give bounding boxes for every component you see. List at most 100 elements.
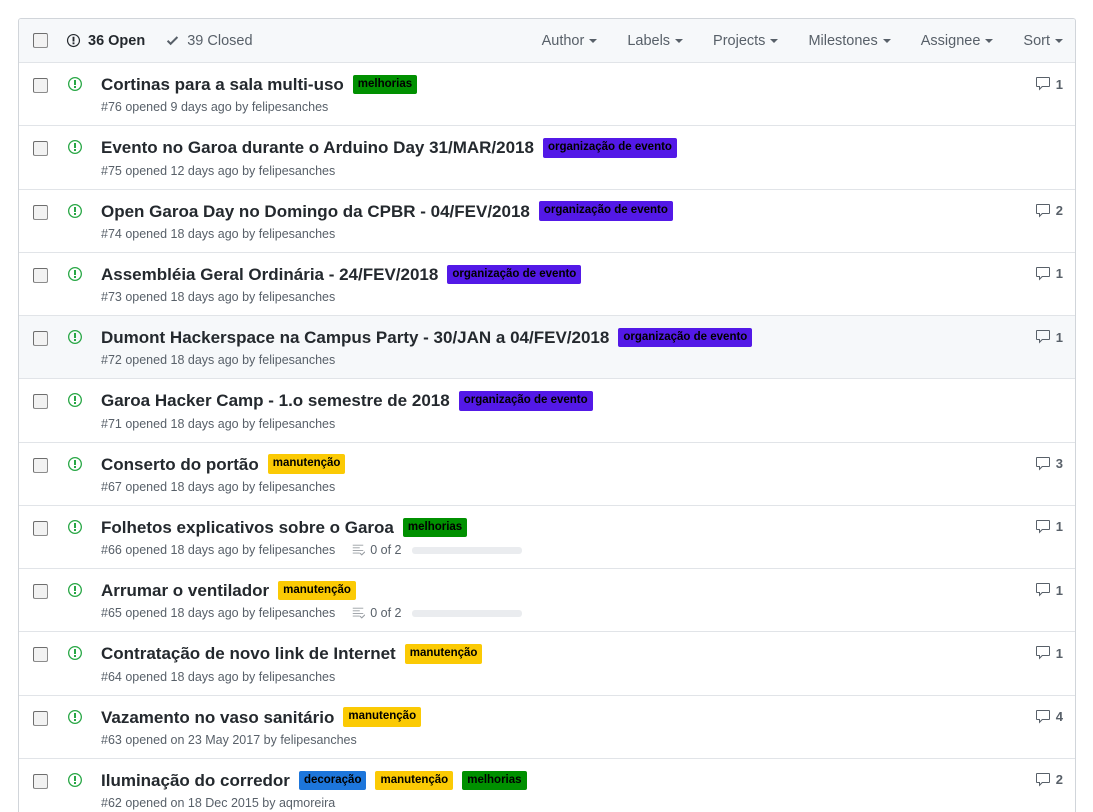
issue-opened-icon	[67, 76, 83, 92]
open-issues-filter[interactable]: 36 Open	[66, 33, 145, 49]
issue-label[interactable]: manutenção	[278, 580, 356, 601]
issue-row[interactable]: Arrumar o ventilador manutenção #65 opened…	[19, 569, 1075, 633]
issue-row[interactable]: Cortinas para a sala multi-uso melhorias #…	[19, 63, 1075, 127]
issues-list-container: 36 Open 39 Closed Author Labels Projects…	[18, 18, 1076, 812]
issue-label[interactable]: manutenção	[343, 707, 422, 727]
filter-sort[interactable]: Sort	[1023, 33, 1063, 49]
comment-icon	[1035, 772, 1051, 788]
issue-opened-icon	[67, 203, 83, 219]
issue-title-link[interactable]: Conserto do portão	[101, 454, 259, 475]
issue-author-link[interactable]: felipesanches	[259, 353, 335, 367]
issue-label[interactable]: organização de evento	[538, 201, 673, 221]
issue-meta-text: #63 opened on 23 May 2017 by	[101, 732, 281, 747]
filter-milestones[interactable]: Milestones	[808, 33, 891, 49]
issue-row[interactable]: Conserto do portão manutenção #67 opened 1…	[19, 442, 1075, 506]
issue-title-link[interactable]: Vazamento no vaso sanitário	[101, 707, 334, 728]
issue-row[interactable]: Open Garoa Day no Domingo da CPBR - 04/F…	[19, 189, 1075, 253]
issue-author-link[interactable]: felipesanches	[259, 606, 335, 620]
issue-title-link[interactable]: Iluminação do corredor	[101, 770, 290, 791]
issue-meta: #75 opened 12 days ago by felipesanches	[101, 164, 1001, 178]
issue-title-line: Dumont Hackerspace na Campus Party - 30/…	[101, 327, 1001, 348]
comment-count[interactable]: 1	[1035, 582, 1063, 598]
filter-labels-label: Labels	[627, 32, 671, 49]
issue-title-link[interactable]: Folhetos explicativos sobre o Garoa	[101, 517, 394, 538]
issue-checkbox[interactable]	[33, 267, 48, 283]
issue-checkbox[interactable]	[33, 331, 48, 346]
closed-issues-filter[interactable]: 39 Closed	[165, 33, 253, 49]
issue-title-link[interactable]: Open Garoa Day no Domingo da CPBR - 04/F…	[101, 201, 530, 222]
issue-title-link[interactable]: Evento no Garoa durante o Arduino Day 31…	[101, 137, 534, 158]
issue-label[interactable]: organização de evento	[447, 264, 582, 285]
issue-meta: #72 opened 18 days ago by felipesanches	[101, 353, 1001, 367]
filter-assignee[interactable]: Assignee	[921, 33, 994, 49]
issue-checkbox[interactable]	[33, 710, 48, 726]
issue-title-link[interactable]: Arrumar o ventilador	[101, 580, 269, 601]
task-progress: 0 of 2	[351, 606, 522, 620]
issue-row[interactable]: Evento no Garoa durante o Arduino Day 31…	[19, 126, 1075, 190]
issue-title-link[interactable]: Cortinas para a sala multi-uso	[101, 74, 344, 95]
issue-author-link[interactable]: felipesanches	[259, 543, 335, 557]
issue-author-link[interactable]: felipesanches	[252, 100, 328, 114]
issue-label[interactable]: melhorias	[462, 770, 527, 791]
issue-checkbox-wrap	[33, 327, 48, 351]
comment-count[interactable]: 1	[1035, 76, 1063, 92]
issue-author-link[interactable]: felipesanches	[259, 290, 335, 304]
issue-checkbox[interactable]	[33, 773, 48, 789]
issue-checkbox[interactable]	[33, 141, 48, 157]
issue-title-link[interactable]: Dumont Hackerspace na Campus Party - 30/…	[101, 327, 609, 348]
filter-author[interactable]: Author	[542, 33, 598, 49]
issue-row[interactable]: Folhetos explicativos sobre o Garoa melho…	[19, 505, 1075, 569]
issue-row[interactable]: Assembléia Geral Ordinária - 24/FEV/2018…	[19, 252, 1075, 316]
issue-row[interactable]: Vazamento no vaso sanitário manutenção #63…	[19, 695, 1075, 759]
issue-title-link[interactable]: Assembléia Geral Ordinária - 24/FEV/2018	[101, 264, 438, 285]
issue-row[interactable]: Iluminação do corredor decoração manutençã…	[19, 758, 1075, 812]
issue-checkbox-wrap	[33, 137, 48, 161]
issue-title-link[interactable]: Garoa Hacker Camp - 1.o semestre de 2018	[101, 390, 450, 411]
issue-label[interactable]: organização de evento	[542, 138, 677, 158]
comment-count[interactable]: 4	[1035, 709, 1063, 725]
filter-labels[interactable]: Labels	[627, 32, 684, 49]
comment-count[interactable]: 1	[1035, 519, 1063, 535]
filter-author-label: Author	[541, 32, 585, 49]
filter-projects[interactable]: Projects	[713, 33, 779, 49]
chevron-down-icon	[589, 38, 598, 43]
comment-count[interactable]: 3	[1035, 456, 1063, 472]
issue-row[interactable]: Garoa Hacker Camp - 1.o semestre de 2018…	[19, 379, 1075, 443]
issue-label[interactable]: manutenção	[267, 454, 346, 474]
issue-checkbox[interactable]	[33, 520, 48, 536]
issue-label[interactable]: organização de evento	[618, 327, 753, 348]
issue-title-link[interactable]: Contratação de novo link de Internet	[101, 643, 396, 664]
issue-author-link[interactable]: felipesanches	[259, 227, 335, 241]
issue-checkbox[interactable]	[33, 647, 48, 663]
issue-label[interactable]: melhorias	[352, 74, 418, 95]
issue-author-link[interactable]: felipesanches	[280, 733, 356, 747]
comment-count[interactable]: 1	[1035, 329, 1063, 345]
issue-checkbox[interactable]	[33, 78, 48, 93]
issue-checkbox[interactable]	[33, 394, 48, 410]
issue-row-right: 2	[1011, 770, 1063, 788]
issue-title-line: Open Garoa Day no Domingo da CPBR - 04/F…	[101, 201, 1001, 222]
issue-author-link[interactable]: felipesanches	[259, 164, 335, 178]
issue-label[interactable]: organização de evento	[458, 391, 593, 411]
issue-label[interactable]: melhorias	[402, 517, 468, 538]
issue-checkbox[interactable]	[33, 457, 48, 473]
issue-checkbox[interactable]	[33, 584, 48, 599]
comment-count[interactable]: 1	[1035, 645, 1063, 661]
issue-row[interactable]: Dumont Hackerspace na Campus Party - 30/…	[19, 316, 1075, 380]
comment-count[interactable]: 2	[1035, 203, 1063, 219]
issue-checkbox[interactable]	[33, 204, 48, 220]
issue-content: Garoa Hacker Camp - 1.o semestre de 2018…	[101, 390, 1001, 431]
issue-author-link[interactable]: aqmoreira	[279, 796, 335, 810]
issue-label[interactable]: decoração	[298, 770, 367, 791]
issue-meta-text: #66 opened 18 days ago by	[101, 543, 259, 557]
issue-label[interactable]: manutenção	[404, 644, 483, 664]
comment-count[interactable]: 2	[1035, 772, 1063, 788]
comment-count[interactable]: 1	[1035, 266, 1063, 282]
issue-row[interactable]: Contratação de novo link de Internet manu…	[19, 632, 1075, 696]
issue-author-link[interactable]: felipesanches	[259, 417, 335, 431]
issue-meta-text: #76 opened 9 days ago by	[101, 100, 252, 115]
select-all-checkbox[interactable]	[33, 33, 48, 48]
issue-label[interactable]: manutenção	[375, 770, 454, 791]
issue-author-link[interactable]: felipesanches	[259, 670, 335, 684]
issue-author-link[interactable]: felipesanches	[259, 480, 335, 494]
